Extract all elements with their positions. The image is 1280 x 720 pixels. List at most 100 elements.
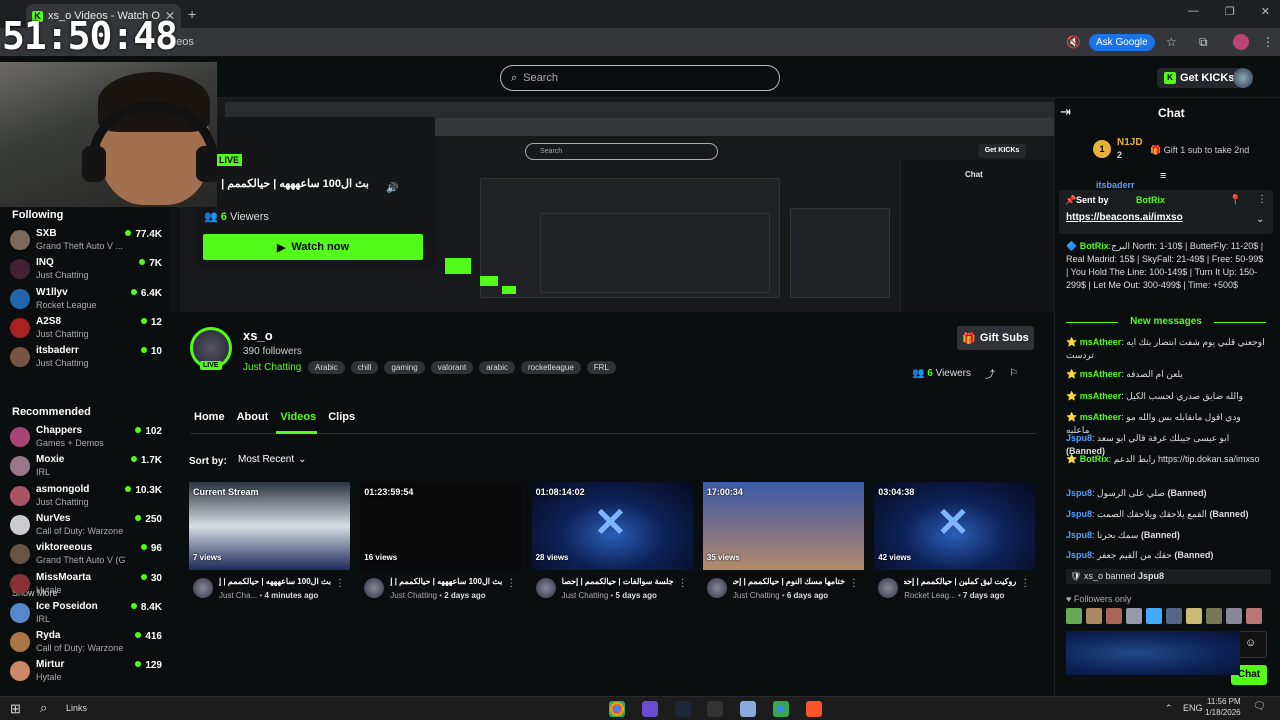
video-title[interactable]: ختامها مسك النوم | حيالكممم | إحصائياتي — [733, 577, 845, 586]
chat-message[interactable]: Jspu8: حقك من القيم جعفر (Banned) — [1066, 549, 1266, 562]
chevron-down-icon[interactable]: ⌄ — [1256, 214, 1264, 225]
sidebar-channel[interactable]: SXB Grand Theft Auto V ... 77.4K — [10, 227, 162, 255]
emote-icon[interactable] — [1226, 608, 1242, 624]
search-input[interactable]: ⌕ Search — [500, 65, 780, 91]
tray-expand-icon[interactable]: ⌃ — [1165, 703, 1173, 714]
video-card[interactable]: Current Stream 7 views بث ال100 ساعهههه | … — [189, 482, 350, 604]
language-indicator[interactable]: ENG — [1183, 703, 1203, 713]
get-kicks-button[interactable]: K Get KICKs — [1157, 68, 1242, 88]
ask-google-button[interactable]: Ask Google — [1089, 34, 1155, 51]
video-title[interactable]: بث ال100 ساعهههه | حيالكممم | إحصائياتي — [390, 577, 502, 586]
taskbar-date[interactable]: 1/18/2026 — [1205, 708, 1241, 717]
chrome-icon[interactable] — [609, 701, 625, 717]
new-tab-icon[interactable]: + — [188, 6, 196, 22]
sidebar-channel[interactable]: asmongold Just Chatting 10.3K — [10, 483, 162, 511]
more-options-icon[interactable]: ⋮ — [849, 578, 859, 589]
tag-chip[interactable]: arabic — [479, 361, 515, 374]
chat-message[interactable]: Jspu8: القمع يلاحقك ويلاحقك الصمت (Banne… — [1066, 508, 1266, 521]
minimize-icon[interactable]: — — [1188, 5, 1199, 18]
emote-icon[interactable] — [1246, 608, 1262, 624]
watch-now-button[interactable]: ▶ Watch now — [203, 234, 423, 260]
sidebar-channel[interactable]: NurVes Call of Duty: Warzone 250 — [10, 512, 162, 540]
video-card[interactable]: ✕ 01:08:14:02 28 views جلسة سوالفات | حيالك… — [531, 482, 693, 604]
channel-category[interactable]: Just Chatting — [243, 362, 301, 373]
tag-chip[interactable]: gaming — [384, 361, 425, 374]
video-thumbnail[interactable]: Current Stream 7 views — [189, 482, 350, 570]
sidebar-channel[interactable]: W1llyv Rocket League 6.4K — [10, 286, 162, 314]
browser-profile-avatar[interactable] — [1233, 34, 1249, 50]
sidebar-channel[interactable]: Mirtur Hytale 129 — [10, 658, 162, 686]
emote-icon[interactable] — [1186, 608, 1202, 624]
pinned-message[interactable]: 📌 Sent by BotRix https://beacons.ai/imxs… — [1059, 190, 1273, 234]
chat-message[interactable]: ⭐ msAtheer: اوجعني قلبي يوم شفت انتصار ب… — [1066, 336, 1266, 362]
volume-icon[interactable]: 🔊 — [386, 183, 398, 194]
discord-icon[interactable] — [642, 701, 658, 717]
sidebar-channel[interactable]: viktoreeousGrand Theft Auto V (GTA) 96 — [10, 541, 162, 569]
video-title[interactable]: جلسة سوالفات | حيالكممم | إحصائياتي — [562, 577, 674, 586]
tab-home[interactable]: Home — [194, 411, 225, 423]
video-category[interactable]: Just Chatting — [562, 591, 609, 600]
windows-start-icon[interactable]: ⊞ — [10, 701, 21, 717]
taskbar-links[interactable]: Links — [66, 703, 87, 713]
more-icon[interactable]: ⋮ — [1257, 194, 1267, 205]
video-category[interactable]: Rocket Leag... — [904, 591, 956, 600]
tag-chip[interactable]: Arabic — [308, 361, 345, 374]
video-title[interactable]: روكيت ليق كملين | حيالكممم | إحصائياتي — [904, 577, 1016, 586]
pinned-link[interactable]: https://beacons.ai/imxso — [1066, 212, 1183, 223]
brave-icon[interactable] — [806, 701, 822, 717]
video-category[interactable]: Just Chatting — [390, 591, 437, 600]
more-options-icon[interactable]: ⋮ — [1020, 578, 1030, 589]
user-avatar[interactable] — [1233, 68, 1253, 88]
emoji-picker-icon[interactable]: ☺ — [1245, 637, 1256, 649]
sidebar-channel[interactable]: Ryda Call of Duty: Warzone 416 — [10, 629, 162, 657]
more-options-icon[interactable]: ⋮ — [678, 578, 688, 589]
video-thumbnail[interactable]: ✕ 01:08:14:02 28 views — [531, 482, 693, 570]
chat-message[interactable]: ⭐ msAtheer: والله ضايق صدري لحسب الكيل — [1066, 390, 1266, 403]
chat-message[interactable]: ⭐ BotRix: رابط الدعم https://tip.dokan.s… — [1066, 453, 1266, 466]
emote-icon[interactable] — [1126, 608, 1142, 624]
more-options-icon[interactable]: ⋮ — [506, 578, 516, 589]
mute-icon[interactable]: 🔇 — [1066, 35, 1081, 49]
chat-message[interactable]: Jspu8: سمك بحرنا (Banned) — [1066, 529, 1266, 542]
emote-icon[interactable] — [1086, 608, 1102, 624]
sidebar-channel[interactable]: Ice Poseidon IRL 8.4K — [10, 600, 162, 628]
video-thumbnail[interactable]: 17:00:34 35 views — [702, 482, 864, 570]
sidebar-channel[interactable]: Chappers Games + Demos 102 — [10, 424, 162, 452]
video-category[interactable]: Just Chatting — [733, 591, 780, 600]
bookmark-star-icon[interactable]: ☆ — [1166, 35, 1177, 49]
chrome-profile-icon[interactable] — [773, 701, 789, 717]
extensions-icon[interactable]: ⧉ — [1199, 35, 1208, 50]
search-icon[interactable]: ⌕ — [40, 700, 47, 716]
sidebar-channel[interactable]: Moxie IRL 1.7K — [10, 453, 162, 481]
new-messages-divider[interactable]: New messages — [1066, 316, 1266, 327]
app-icon[interactable] — [740, 701, 756, 717]
sidebar-channel[interactable]: itsbaderr Just Chatting 10 — [10, 344, 162, 372]
gift-leaderboard[interactable]: 1 N1JD 2 🎁 Gift 1 sub to take 2nd — [1093, 137, 1273, 167]
collapse-chat-icon[interactable]: ⇥ — [1060, 104, 1071, 120]
obs-icon[interactable] — [707, 701, 723, 717]
sidebar-channel[interactable]: INQ Just Chatting 7K — [10, 256, 162, 284]
tag-chip[interactable]: rocketleague — [520, 361, 581, 374]
maximize-icon[interactable]: ❐ — [1225, 5, 1235, 18]
tab-videos[interactable]: Videos — [280, 411, 316, 423]
video-card[interactable]: ✕ 03:04:38 42 views روكيت ليق كملين | حيالك… — [874, 482, 1036, 604]
notification-icon[interactable]: 🗨 — [1253, 701, 1266, 712]
tab-clips[interactable]: Clips — [328, 411, 355, 423]
video-card[interactable]: 01:23:59:54 16 views بث ال100 ساعهههه | حي… — [360, 482, 522, 604]
emote-icon[interactable] — [1106, 608, 1122, 624]
tag-chip[interactable]: FRL — [586, 361, 616, 374]
emote-icon[interactable] — [1206, 608, 1222, 624]
sidebar-channel[interactable]: MissMoarta Hytale 30 — [10, 571, 162, 599]
gift-subs-button[interactable]: 🎁 Gift Subs — [957, 326, 1034, 350]
close-window-icon[interactable]: ✕ — [1261, 5, 1270, 18]
address-bar[interactable]: deos — [0, 28, 1280, 56]
share-icon[interactable]: ⤴ — [985, 366, 995, 381]
emote-icon[interactable] — [1146, 608, 1162, 624]
emote-icon[interactable] — [1166, 608, 1182, 624]
tag-chip[interactable]: valorant — [430, 361, 474, 374]
steam-icon[interactable] — [675, 701, 691, 717]
video-category[interactable]: Just Cha... — [219, 591, 257, 600]
video-card[interactable]: 17:00:34 35 views ختامها مسك النوم | حيالك… — [702, 482, 864, 604]
video-thumbnail[interactable]: 01:23:59:54 16 views — [360, 482, 522, 570]
taskbar-time[interactable]: 11:56 PM — [1207, 697, 1241, 706]
